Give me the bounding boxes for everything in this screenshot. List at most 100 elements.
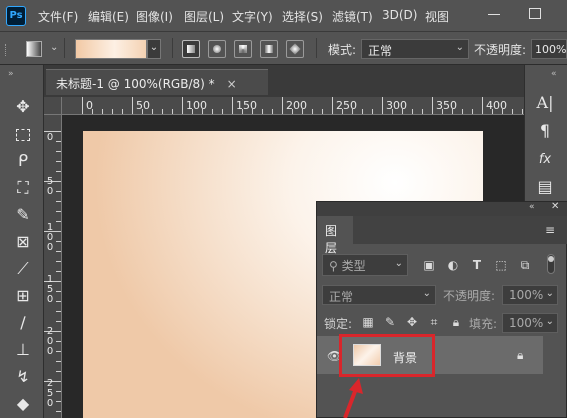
move-tool-icon[interactable]: ✥ — [12, 96, 34, 118]
mode-value: 正常 — [368, 44, 393, 58]
angle-gradient-icon[interactable] — [234, 40, 252, 58]
lock-transparent-icon[interactable]: ▦ — [361, 315, 375, 329]
smart-object-filter-icon[interactable]: ⧉ — [518, 258, 532, 273]
gradient-dropdown-icon[interactable]: ⌄ — [147, 39, 161, 59]
fill-label: 填充: — [469, 317, 498, 331]
menu-type[interactable]: 文字(Y) — [232, 8, 273, 25]
object-select-tool-icon[interactable]: ⛶ — [12, 177, 34, 199]
lock-image-icon[interactable]: ✎ — [383, 315, 397, 329]
ruler-label: 1 0 0 — [46, 222, 54, 253]
ruler-label: 150 — [236, 99, 257, 112]
lock-all-icon[interactable]: 🔒︎ — [449, 315, 463, 330]
minimize-icon[interactable] — [488, 14, 500, 15]
ruler-label: 2 0 0 — [46, 326, 54, 357]
opacity-field[interactable]: 100% — [531, 39, 567, 59]
chevron-down-icon: ⌄ — [422, 288, 431, 299]
layer-lock-icon[interactable]: 🔒︎ — [517, 348, 523, 363]
menu-3d[interactable]: 3D(D) — [382, 8, 417, 22]
ruler-label: 2 5 0 — [46, 378, 54, 409]
eraser-tool-icon[interactable]: ◆ — [12, 393, 34, 415]
menu-select[interactable]: 选择(S) — [282, 8, 323, 25]
ruler-ticks — [44, 131, 61, 412]
ruler-label: 200 — [286, 99, 307, 112]
mode-label: 模式: — [328, 43, 357, 57]
menu-file[interactable]: 文件(F) — [38, 8, 78, 25]
eyedropper-tool-icon[interactable]: ⟋ — [12, 258, 34, 280]
collapse-icon[interactable]: « — [529, 202, 535, 212]
blend-mode-value: 正常 — [329, 290, 354, 304]
fx-icon[interactable]: fx — [534, 149, 556, 171]
panel-header[interactable]: « ✕ — [317, 201, 567, 216]
close-icon[interactable]: × — [227, 77, 237, 91]
blend-mode-select[interactable]: 正常 ⌄ — [322, 285, 436, 305]
menu-view[interactable]: 视图 — [425, 8, 449, 25]
layer-opacity-value: 100% — [509, 288, 544, 302]
tab-layers[interactable]: 图层 — [317, 216, 353, 255]
ruler-label: 5 0 — [46, 176, 54, 197]
photoshop-logo[interactable]: Ps — [6, 6, 26, 26]
ruler-label: 1 5 0 — [46, 274, 54, 305]
ruler-label: 250 — [336, 99, 357, 112]
crop-tool-icon[interactable]: ⊠ — [12, 231, 34, 253]
stamp-tool-icon[interactable]: ⊥ — [12, 339, 34, 361]
opacity-label: 不透明度: — [474, 43, 527, 57]
menu-layer[interactable]: 图层(L) — [184, 8, 224, 25]
pixel-filter-icon[interactable]: ▣ — [422, 258, 436, 272]
layer-opacity-label: 不透明度: — [443, 289, 496, 303]
mode-select[interactable]: 正常 ⌄ — [361, 39, 469, 59]
horizontal-ruler[interactable]: 0 50 100 150 200 250 300 350 400 — [62, 97, 524, 115]
arrow-annotation-icon — [343, 378, 363, 418]
menu-image[interactable]: 图像(I) — [136, 8, 173, 25]
history-brush-icon[interactable]: ↯ — [12, 366, 34, 388]
gradient-tool-icon[interactable] — [26, 41, 42, 57]
glyphs-panel-icon[interactable]: ▤ — [534, 176, 556, 198]
paint-brush-icon[interactable]: ∕ — [12, 312, 34, 334]
grip-icon — [5, 44, 8, 56]
highlight-annotation — [339, 334, 435, 377]
close-icon[interactable]: ✕ — [551, 201, 559, 212]
panel-menu-icon[interactable]: ≡ — [545, 223, 555, 237]
ruler-corner — [44, 97, 62, 115]
reflected-gradient-icon[interactable] — [260, 40, 278, 58]
lock-artboard-icon[interactable]: ⌗ — [427, 315, 441, 330]
panel-tab-row: 图层 ≡ — [317, 216, 567, 255]
tools-panel: » ✥ ᑭ ⛶ ✎ ⊠ ⟋ ⊞ ∕ ⊥ ↯ ◆ — [0, 65, 44, 418]
diamond-gradient-icon[interactable] — [286, 40, 304, 58]
menu-bar: Ps 文件(F) 编辑(E) 图像(I) 图层(L) 文字(Y) 选择(S) 滤… — [0, 0, 567, 32]
character-panel-icon[interactable]: A| — [534, 92, 556, 114]
menu-filter[interactable]: 滤镜(T) — [332, 8, 373, 25]
document-tab[interactable]: 未标题-1 @ 100%(RGB/8) * × — [46, 69, 268, 95]
layer-filter-select[interactable]: ⚲ 类型 ⌄ — [322, 254, 408, 276]
adjustment-filter-icon[interactable]: ◐ — [446, 258, 460, 272]
lock-label: 锁定: — [324, 317, 353, 331]
document-title: 未标题-1 @ 100%(RGB/8) * — [56, 77, 215, 91]
fill-field[interactable]: 100% ⌄ — [502, 313, 558, 333]
ruler-label: 0 — [86, 99, 93, 112]
chevron-down-icon: ⌄ — [545, 288, 554, 299]
paragraph-panel-icon[interactable]: ¶ — [534, 120, 556, 142]
lasso-tool-icon[interactable]: ᑭ — [12, 150, 34, 172]
vertical-ruler[interactable]: 0 5 0 1 0 0 1 5 0 2 0 0 2 5 0 — [44, 115, 62, 418]
filter-toggle[interactable] — [547, 254, 555, 274]
ruler-label: 300 — [386, 99, 407, 112]
healing-tool-icon[interactable]: ⊞ — [12, 285, 34, 307]
linear-gradient-icon[interactable] — [182, 40, 200, 58]
lock-position-icon[interactable]: ✥ — [405, 315, 419, 329]
brush-tool-icon[interactable]: ✎ — [12, 204, 34, 226]
type-filter-icon[interactable]: T — [470, 258, 484, 272]
layer-opacity-field[interactable]: 100% ⌄ — [502, 285, 558, 305]
marquee-tool-icon[interactable] — [12, 123, 34, 145]
collapse-icon[interactable]: « — [551, 69, 557, 79]
shape-filter-icon[interactable]: ⬚ — [494, 258, 508, 272]
ruler-label: 50 — [136, 99, 150, 112]
divider — [172, 38, 173, 58]
gradient-picker[interactable] — [75, 39, 147, 59]
maximize-icon[interactable] — [529, 8, 541, 19]
chevron-down-icon[interactable]: ⌄ — [50, 42, 58, 53]
chevron-down-icon: ⌄ — [545, 316, 554, 327]
expand-icon[interactable]: » — [8, 69, 14, 79]
search-icon: ⚲ — [329, 259, 338, 273]
menu-edit[interactable]: 编辑(E) — [88, 8, 129, 25]
radial-gradient-icon[interactable] — [208, 40, 226, 58]
ruler-label: 0 — [46, 132, 54, 143]
